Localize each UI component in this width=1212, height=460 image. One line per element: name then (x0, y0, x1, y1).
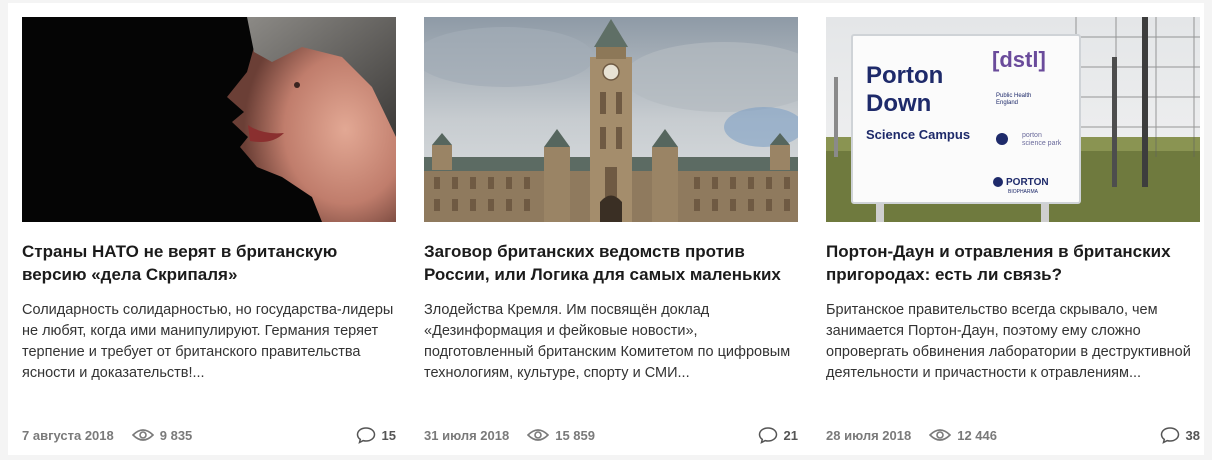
article-excerpt: Солидарность солидарностью, но государст… (22, 302, 394, 381)
views-count: 15 859 (555, 427, 595, 443)
phe-text-2: England (996, 100, 1018, 106)
eye-icon (527, 429, 550, 441)
article-image-link[interactable]: Porton Down Science Campus [dstl] Public… (826, 17, 1200, 222)
psp-text-2: science park (1022, 140, 1062, 147)
article-image-portrait (22, 17, 396, 222)
article-excerpt: Злодейства Кремля. Им посвящён доклад «Д… (424, 302, 791, 381)
comments-count: 15 (381, 427, 396, 443)
article-image-porton-sign: Porton Down Science Campus [dstl] Public… (826, 17, 1200, 222)
views-counter: 15 859 (527, 428, 595, 443)
sign-down-text: Down (866, 90, 931, 117)
comment-bubble-icon (1160, 427, 1179, 444)
article-image-link[interactable] (424, 17, 798, 222)
article-date: 31 июля 2018 (424, 427, 510, 443)
article-image-parliament (424, 17, 798, 222)
comment-bubble-icon (758, 427, 777, 444)
article-title[interactable]: Портон-Даун и отравления в британских пр… (826, 240, 1200, 286)
dstl-logo: [dstl] (992, 47, 1046, 72)
article-meta: 7 августа 2018 9 835 15 (22, 425, 396, 445)
article-date: 28 июля 2018 (826, 427, 912, 443)
article-image-link[interactable] (22, 17, 396, 222)
article-card[interactable]: Porton Down Science Campus [dstl] Public… (826, 17, 1200, 455)
psp-text-1: porton (1022, 132, 1042, 139)
comments-link[interactable]: 21 (758, 426, 798, 444)
article-title[interactable]: Страны НАТО не верят в британскую версию… (22, 240, 396, 286)
eye-icon (131, 429, 154, 441)
news-feed: Страны НАТО не верят в британскую версию… (8, 3, 1204, 455)
views-count: 9 835 (159, 427, 193, 443)
sign-campus-text: Science Campus (866, 127, 970, 142)
article-date: 7 августа 2018 (22, 427, 114, 443)
article-title[interactable]: Заговор британских ведомств против Росси… (424, 240, 798, 286)
article-card[interactable]: Заговор британских ведомств против Росси… (424, 17, 798, 455)
eye-icon (929, 429, 952, 441)
sign-porton-text: Porton (866, 62, 943, 89)
phe-text-1: Public Health (996, 93, 1031, 99)
porton-biopharma-text: PORTON (1006, 177, 1049, 188)
article-excerpt: Британское правительство всегда скрывало… (826, 302, 1191, 381)
comments-link[interactable]: 15 (356, 426, 396, 444)
article-card[interactable]: Страны НАТО не верят в британскую версию… (22, 17, 396, 455)
biopharma-text: BIOPHARMA (1008, 189, 1039, 195)
comments-link[interactable]: 38 (1160, 426, 1200, 444)
views-count: 12 446 (957, 427, 997, 443)
article-meta: 31 июля 2018 15 859 21 (424, 425, 798, 445)
comments-count: 21 (783, 427, 798, 443)
comments-count: 38 (1185, 427, 1200, 443)
views-counter: 12 446 (929, 428, 997, 443)
article-meta: 28 июля 2018 12 446 38 (826, 425, 1200, 445)
views-counter: 9 835 (131, 427, 193, 443)
comment-bubble-icon (356, 427, 375, 444)
